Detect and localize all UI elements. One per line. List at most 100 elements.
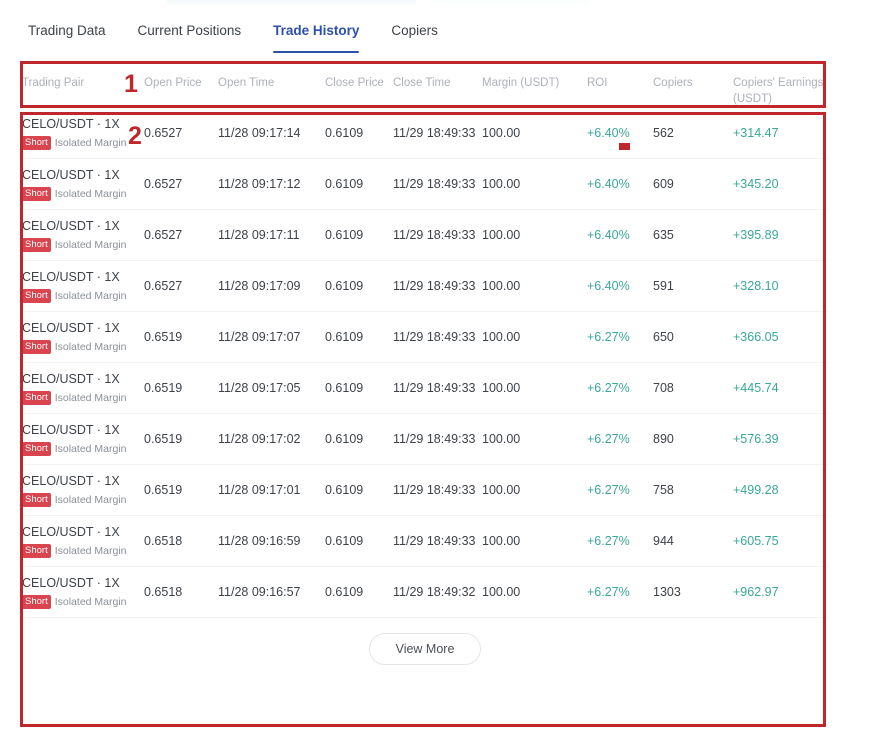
cell-close-price: 0.6109 (325, 534, 364, 548)
cell-copiers-earnings: +605.75 (733, 534, 779, 548)
tab-current-positions[interactable]: Current Positions (138, 20, 261, 42)
table-row[interactable]: CELO/USDT · 1X Short Isolated Margin 0.6527… (22, 159, 828, 210)
cell-open-time: 11/28 09:17:14 (218, 126, 301, 140)
cell-copiers-earnings: +366.05 (733, 330, 779, 344)
cell-open-time: 11/28 09:16:57 (218, 585, 301, 599)
cell-margin: 100.00 (482, 228, 521, 242)
tab-copiers[interactable]: Copiers (391, 20, 438, 42)
cell-close-time: 11/29 18:49:33 (393, 177, 476, 191)
side-badge: Short (22, 187, 51, 201)
trading-pair-label: CELO/USDT · 1X (22, 219, 120, 233)
margin-mode-label: Isolated Margin (54, 392, 127, 404)
table-row[interactable]: CELO/USDT · 1X Short Isolated Margin 0.6527… (22, 261, 828, 312)
table-row[interactable]: CELO/USDT · 1X Short Isolated Margin 0.6527… (22, 108, 828, 159)
cell-roi: +6.27% (587, 585, 630, 599)
cell-open-price: 0.6519 (144, 483, 183, 497)
side-badge: Short (22, 493, 51, 507)
tab-bar: Trading Data Current Positions Trade Histo… (28, 20, 438, 53)
table-row[interactable]: CELO/USDT · 1X Short Isolated Margin 0.6519… (22, 363, 828, 414)
cell-margin: 100.00 (482, 177, 521, 191)
position-meta: Short Isolated Margin (22, 187, 144, 201)
cell-margin: 100.00 (482, 126, 521, 140)
cell-trading-pair: CELO/USDT · 1X Short Isolated Margin (22, 218, 144, 252)
trading-pair-label: CELO/USDT · 1X (22, 117, 120, 131)
side-badge: Short (22, 136, 51, 150)
trading-pair-label: CELO/USDT · 1X (22, 270, 120, 284)
cell-close-time: 11/29 18:49:33 (393, 279, 476, 293)
position-meta: Short Isolated Margin (22, 289, 144, 303)
cell-close-time: 11/29 18:49:33 (393, 330, 476, 344)
column-header-roi: ROI (587, 77, 608, 89)
table-row[interactable]: CELO/USDT · 1X Short Isolated Margin 0.6518… (22, 516, 828, 567)
table-row[interactable]: CELO/USDT · 1X Short Isolated Margin 0.6518… (22, 567, 828, 618)
tab-label: Trade History (273, 23, 360, 38)
cell-open-price: 0.6527 (144, 279, 183, 293)
cell-roi: +6.27% (587, 432, 630, 446)
cell-close-price: 0.6109 (325, 228, 364, 242)
cell-copiers: 650 (653, 330, 674, 344)
tab-label: Copiers (391, 23, 438, 38)
margin-mode-label: Isolated Margin (54, 188, 127, 200)
side-badge: Short (22, 238, 51, 252)
view-more-button[interactable]: View More (368, 633, 482, 665)
cell-close-time: 11/29 18:49:33 (393, 483, 476, 497)
trading-pair-label: CELO/USDT · 1X (22, 423, 120, 437)
table-header-row: Trading Pair Open Price Open Time Close Pri… (22, 63, 828, 108)
trading-pair-label: CELO/USDT · 1X (22, 576, 120, 590)
tab-label: Current Positions (137, 23, 242, 38)
trade-history-table: Trading Pair Open Price Open Time Close Pri… (22, 63, 828, 680)
table-row[interactable]: CELO/USDT · 1X Short Isolated Margin 0.6527… (22, 210, 828, 261)
cell-copiers: 609 (653, 177, 674, 191)
cell-roi: +6.40% (587, 228, 630, 242)
cell-close-time: 11/29 18:49:33 (393, 381, 476, 395)
table-row[interactable]: CELO/USDT · 1X Short Isolated Margin 0.6519… (22, 465, 828, 516)
margin-mode-label: Isolated Margin (54, 545, 127, 557)
cell-trading-pair: CELO/USDT · 1X Short Isolated Margin (22, 167, 144, 201)
column-header-copiers-earnings: Copiers' Earnings (USDT) (733, 77, 824, 105)
cell-close-price: 0.6109 (325, 279, 364, 293)
cell-copiers-earnings: +395.89 (733, 228, 779, 242)
cell-copiers-earnings: +314.47 (733, 126, 779, 140)
cell-trading-pair: CELO/USDT · 1X Short Isolated Margin (22, 269, 144, 303)
column-header-margin: Margin (USDT) (482, 77, 560, 89)
cell-open-price: 0.6519 (144, 432, 183, 446)
tab-label: Trading Data (28, 23, 106, 38)
tab-trading-data[interactable]: Trading Data (28, 20, 125, 42)
side-badge: Short (22, 289, 51, 303)
cell-open-price: 0.6519 (144, 381, 183, 395)
margin-mode-label: Isolated Margin (54, 239, 127, 251)
cell-margin: 100.00 (482, 279, 521, 293)
cell-open-price: 0.6527 (144, 228, 183, 242)
trading-pair-label: CELO/USDT · 1X (22, 321, 120, 335)
trading-pair-label: CELO/USDT · 1X (22, 525, 120, 539)
page-top-bleed (166, 0, 416, 5)
cell-margin: 100.00 (482, 483, 521, 497)
cell-roi: +6.40% (587, 177, 630, 191)
table-row[interactable]: CELO/USDT · 1X Short Isolated Margin 0.6519… (22, 312, 828, 363)
cell-close-time: 11/29 18:49:32 (393, 585, 476, 599)
position-meta: Short Isolated Margin (22, 544, 144, 558)
column-header-open-time: Open Time (218, 77, 275, 89)
cell-copiers: 1303 (653, 585, 681, 599)
cell-open-time: 11/28 09:17:01 (218, 483, 301, 497)
cell-copiers: 562 (653, 126, 674, 140)
cell-close-price: 0.6109 (325, 585, 364, 599)
position-meta: Short Isolated Margin (22, 340, 144, 354)
cell-copiers-earnings: +328.10 (733, 279, 779, 293)
cell-copiers: 708 (653, 381, 674, 395)
cell-roi: +6.27% (587, 534, 630, 548)
cell-close-price: 0.6109 (325, 432, 364, 446)
table-row[interactable]: CELO/USDT · 1X Short Isolated Margin 0.6519… (22, 414, 828, 465)
cell-open-price: 0.6518 (144, 585, 183, 599)
cell-close-price: 0.6109 (325, 483, 364, 497)
side-badge: Short (22, 391, 51, 405)
cell-roi: +6.27% (587, 330, 630, 344)
margin-mode-label: Isolated Margin (54, 290, 127, 302)
cell-close-price: 0.6109 (325, 177, 364, 191)
cell-close-price: 0.6109 (325, 381, 364, 395)
position-meta: Short Isolated Margin (22, 493, 144, 507)
cell-trading-pair: CELO/USDT · 1X Short Isolated Margin (22, 371, 144, 405)
tab-trade-history[interactable]: Trade History (273, 20, 378, 53)
position-meta: Short Isolated Margin (22, 391, 144, 405)
cell-copiers-earnings: +345.20 (733, 177, 779, 191)
